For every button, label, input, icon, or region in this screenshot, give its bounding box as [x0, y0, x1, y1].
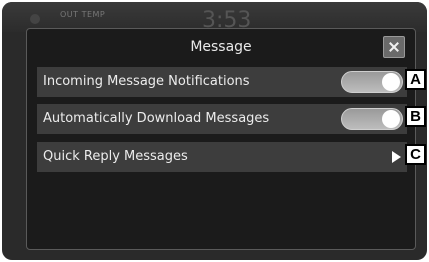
out-temp-label: OUT TEMP — [60, 10, 106, 19]
row-label: Quick Reply Messages — [43, 149, 188, 164]
screen-frame: OUT TEMP 3:53 Message Incoming Message N… — [2, 2, 427, 260]
incoming-message-notifications-row[interactable]: Incoming Message Notifications — [37, 67, 407, 97]
incoming-notifications-toggle[interactable] — [341, 71, 403, 93]
callout-b: B — [405, 106, 426, 127]
toggle-knob — [382, 110, 400, 128]
callout-c: C — [405, 144, 426, 165]
status-icon — [30, 14, 40, 24]
quick-reply-messages-row[interactable]: Quick Reply Messages — [37, 142, 407, 172]
message-dialog: Message Incoming Message Notifications A… — [26, 28, 416, 250]
chevron-right-icon — [392, 151, 401, 163]
toggle-knob — [382, 73, 400, 91]
close-button[interactable] — [383, 36, 405, 58]
auto-download-toggle[interactable] — [341, 108, 403, 130]
row-label: Automatically Download Messages — [43, 111, 270, 126]
callout-a: A — [405, 69, 426, 90]
dialog-title: Message — [190, 39, 252, 55]
auto-download-messages-row[interactable]: Automatically Download Messages — [37, 104, 407, 134]
row-label: Incoming Message Notifications — [43, 74, 250, 89]
